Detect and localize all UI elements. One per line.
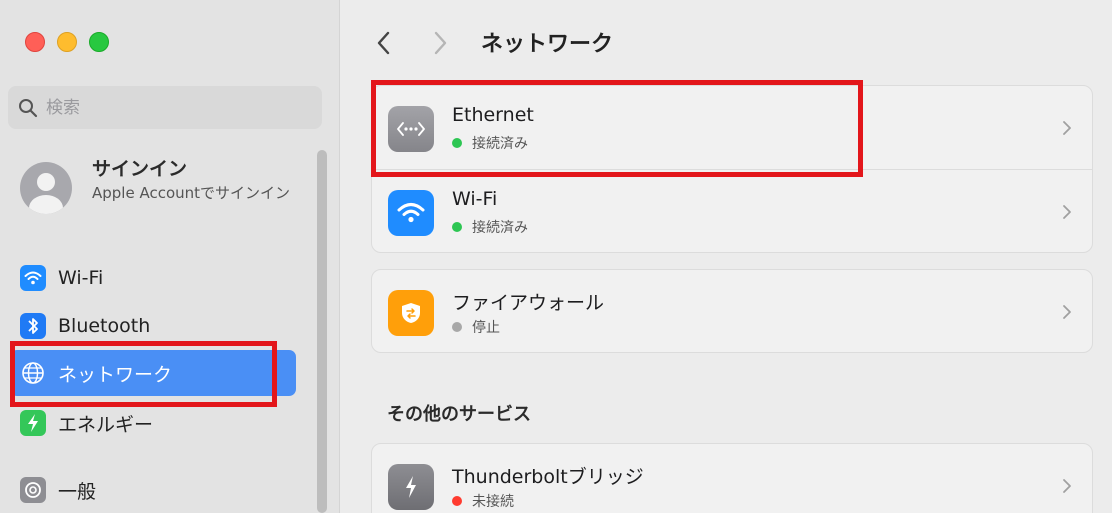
- status-text: 接続済み: [472, 220, 528, 236]
- service-status: 未接続: [452, 491, 514, 511]
- zoom-window-button[interactable]: [89, 32, 109, 52]
- ethernet-icon: [388, 106, 434, 152]
- service-status: 停止: [452, 317, 500, 337]
- search-input[interactable]: [46, 97, 286, 118]
- minimize-window-button[interactable]: [57, 32, 77, 52]
- network-services-group: Ethernet 接続済み Wi-Fi 接続済み: [371, 85, 1093, 253]
- status-dot-green: [452, 222, 462, 232]
- avatar: [20, 162, 72, 214]
- service-name: ファイアウォール: [452, 292, 605, 314]
- globe-icon: [20, 360, 46, 386]
- service-name: Ethernet: [452, 104, 534, 126]
- sidebar-item-label: ネットワーク: [58, 363, 173, 386]
- sidebar-scrollbar[interactable]: [317, 150, 327, 513]
- status-text: 未接続: [472, 494, 514, 510]
- main-pane: ネットワーク Ethernet 接続済み Wi-Fi 接続済み ファイアウォール…: [341, 0, 1112, 513]
- firewall-icon: [388, 290, 434, 336]
- thunderbolt-icon: [388, 464, 434, 510]
- wifi-icon: [388, 190, 434, 236]
- window-controls: [25, 32, 109, 52]
- service-row-thunderbolt[interactable]: Thunderboltブリッジ 未接続: [372, 444, 1092, 513]
- search-field[interactable]: [8, 86, 322, 129]
- status-text: 接続済み: [472, 136, 528, 152]
- other-services-group: Thunderboltブリッジ 未接続: [371, 443, 1093, 513]
- sidebar-item-label: エネルギー: [58, 413, 154, 436]
- section-heading-other-services: その他のサービス: [387, 404, 531, 425]
- account-subtitle: Apple Accountでサインイン: [92, 184, 291, 202]
- service-name: Wi-Fi: [452, 188, 498, 210]
- service-row-firewall[interactable]: ファイアウォール 停止: [372, 270, 1092, 353]
- wifi-icon: [20, 265, 46, 291]
- close-window-button[interactable]: [25, 32, 45, 52]
- search-icon: [19, 98, 38, 117]
- sidebar-item-label: Bluetooth: [58, 315, 151, 337]
- sidebar-item-wifi[interactable]: Wi-Fi: [10, 255, 296, 301]
- page-title: ネットワーク: [481, 32, 614, 57]
- status-dot-green: [452, 138, 462, 148]
- service-row-ethernet[interactable]: Ethernet 接続済み: [372, 86, 1092, 169]
- service-status: 接続済み: [452, 217, 528, 237]
- person-icon: [29, 173, 63, 214]
- status-dot-gray: [452, 322, 462, 332]
- back-button[interactable]: [371, 28, 397, 58]
- service-row-wifi[interactable]: Wi-Fi 接続済み: [372, 169, 1092, 252]
- sidebar: サインイン Apple Accountでサインイン Wi-Fi Bluetoot…: [0, 0, 340, 513]
- status-dot-red: [452, 496, 462, 506]
- sidebar-item-label: Wi-Fi: [58, 267, 104, 289]
- service-status: 接続済み: [452, 133, 528, 153]
- sidebar-item-energy[interactable]: エネルギー: [10, 400, 296, 446]
- gear-icon: [20, 477, 46, 503]
- sidebar-item-network[interactable]: ネットワーク: [10, 350, 296, 396]
- service-name: Thunderboltブリッジ: [452, 466, 644, 488]
- sidebar-item-general[interactable]: 一般: [10, 467, 296, 513]
- bluetooth-icon: [20, 313, 46, 339]
- bolt-icon: [20, 410, 46, 436]
- chevron-right-icon: [1063, 305, 1071, 319]
- account-signin[interactable]: サインイン Apple Accountでサインイン: [20, 150, 300, 230]
- account-title: サインイン: [92, 158, 188, 180]
- sidebar-item-label: 一般: [58, 480, 97, 503]
- sidebar-item-bluetooth[interactable]: Bluetooth: [10, 303, 296, 349]
- chevron-right-icon: [1063, 121, 1071, 135]
- firewall-group: ファイアウォール 停止: [371, 269, 1093, 353]
- chevron-right-icon: [1063, 479, 1071, 493]
- forward-button[interactable]: [427, 28, 453, 58]
- chevron-right-icon: [1063, 205, 1071, 219]
- status-text: 停止: [472, 320, 500, 336]
